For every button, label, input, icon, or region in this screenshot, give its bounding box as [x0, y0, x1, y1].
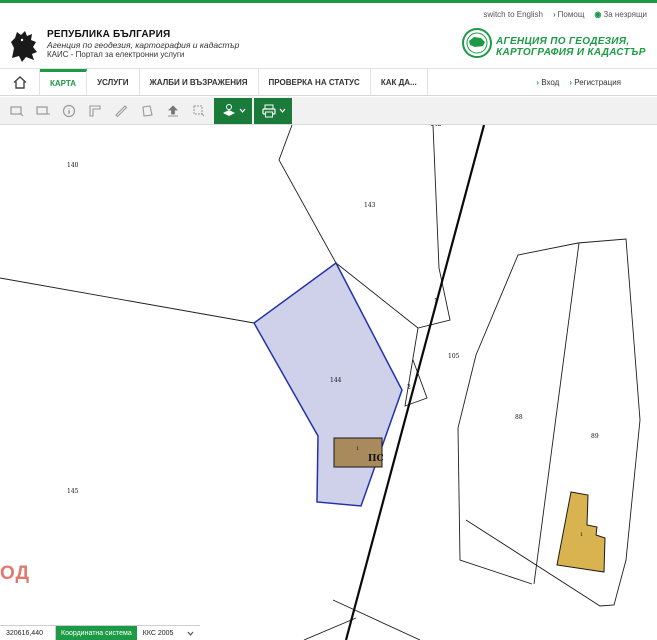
- brand-line1: РЕПУБЛИКА БЪЛГАРИЯ: [47, 29, 171, 40]
- parcel-label-145: 145: [67, 488, 79, 495]
- coordinate-bar: 320616,440 Координатна система ККС 2005: [0, 625, 200, 640]
- nav-item-map[interactable]: КАРТА: [40, 69, 88, 95]
- cadastral-map[interactable]: 140 143 144 145 105 88 89 1 2 142 1 ПС 1: [0, 125, 657, 640]
- coordinate-readout: 320616,440: [0, 626, 56, 640]
- chevron-right-icon: ›: [553, 10, 556, 19]
- parcel-label-142: 142: [430, 125, 441, 128]
- register-link[interactable]: › Регистрация: [569, 78, 621, 87]
- measure-coordinates-button[interactable]: [82, 99, 108, 123]
- agency-name: АГЕНЦИЯ ПО ГЕОДЕЗИЯ, КАРТОГРАФИЯ И КАДАС…: [496, 36, 646, 58]
- select-rectangle-icon: [10, 105, 24, 116]
- chevron-right-icon: ›: [536, 77, 539, 87]
- parcel-label-140: 140: [67, 162, 79, 169]
- nav-item-complaints[interactable]: ЖАЛБИ И ВЪЗРАЖЕНИЯ: [140, 69, 259, 95]
- home-icon: [13, 75, 26, 89]
- home-button[interactable]: [0, 69, 40, 95]
- eye-icon: ◉: [594, 10, 602, 19]
- map-toolbar: [0, 97, 657, 125]
- selected-parcel-144[interactable]: [253, 261, 403, 507]
- main-nav: КАРТА УСЛУГИ ЖАЛБИ И ВЪЗРАЖЕНИЯ ПРОВЕРКА…: [0, 68, 657, 96]
- measure-area-button[interactable]: [134, 99, 160, 123]
- crs-label: Координатна система: [56, 626, 137, 640]
- parcel-label-143: 143: [364, 202, 376, 209]
- info-icon: [62, 104, 76, 117]
- measure-distance-button[interactable]: [108, 99, 134, 123]
- info-button[interactable]: [56, 99, 82, 123]
- lion-coat-of-arms-icon: [11, 31, 37, 62]
- chevron-down-icon: [239, 108, 245, 113]
- login-link[interactable]: › Вход: [536, 78, 559, 87]
- switch-english-link[interactable]: switch to English: [483, 10, 543, 19]
- agency-globe-logo-icon: [462, 28, 492, 58]
- map-canvas[interactable]: [0, 125, 657, 640]
- polygon-area-icon: [142, 104, 153, 117]
- parcel-label-144: 144: [330, 377, 342, 384]
- auth-links: › Вход › Регистрация: [536, 69, 657, 95]
- chevron-right-icon: ›: [569, 77, 572, 87]
- building-code-label: ПС: [368, 454, 384, 464]
- deselect-button[interactable]: [30, 99, 56, 123]
- utility-links: switch to English › Помощ ◉ За незрящи: [483, 10, 647, 19]
- layers-icon: [222, 103, 235, 116]
- nav-item-services[interactable]: УСЛУГИ: [87, 69, 140, 95]
- visually-impaired-link[interactable]: ◉ За незрящи: [594, 10, 647, 19]
- deselect-rectangle-icon: [36, 105, 50, 115]
- parcel-label-1: 1: [434, 298, 438, 305]
- crs-select[interactable]: ККС 2005: [136, 626, 200, 640]
- parcel-label-88: 88: [515, 414, 523, 421]
- ruler-corner-icon: [89, 104, 101, 117]
- parcel-label-105: 105: [448, 353, 460, 360]
- upload-button[interactable]: [160, 99, 186, 123]
- building-mark-brown: 1: [356, 446, 360, 452]
- chevron-down-icon: [279, 108, 285, 113]
- clear-selection-icon: [193, 105, 205, 116]
- layers-menu-button[interactable]: [214, 97, 252, 124]
- chevron-down-icon: [187, 631, 194, 636]
- nav-item-how-to[interactable]: КАК ДА...: [371, 69, 428, 95]
- nav-item-status-check[interactable]: ПРОВЕРКА НА СТАТУС: [259, 69, 371, 95]
- printer-icon: [261, 104, 276, 117]
- help-link[interactable]: › Помощ: [553, 10, 584, 19]
- parcel-label-2: 2: [407, 384, 411, 391]
- top-accent-bar: [0, 0, 657, 3]
- brand-block: РЕПУБЛИКА БЪЛГАРИЯ Агенция по геодезия, …: [47, 29, 239, 59]
- print-menu-button[interactable]: [254, 97, 292, 124]
- select-rectangle-button[interactable]: [4, 99, 30, 123]
- parcel-label-89: 89: [591, 433, 599, 440]
- upload-icon: [168, 104, 178, 116]
- building-mark-yellow: 1: [580, 532, 584, 538]
- clear-selection-button[interactable]: [186, 99, 212, 123]
- map-overlay-text: ОД: [0, 563, 31, 584]
- ruler-icon: [115, 104, 128, 117]
- brand-line2: Агенция по геодезия, картография и кадас…: [47, 39, 240, 50]
- brand-line3: КАИС - Портал за електронни услуги: [47, 50, 185, 60]
